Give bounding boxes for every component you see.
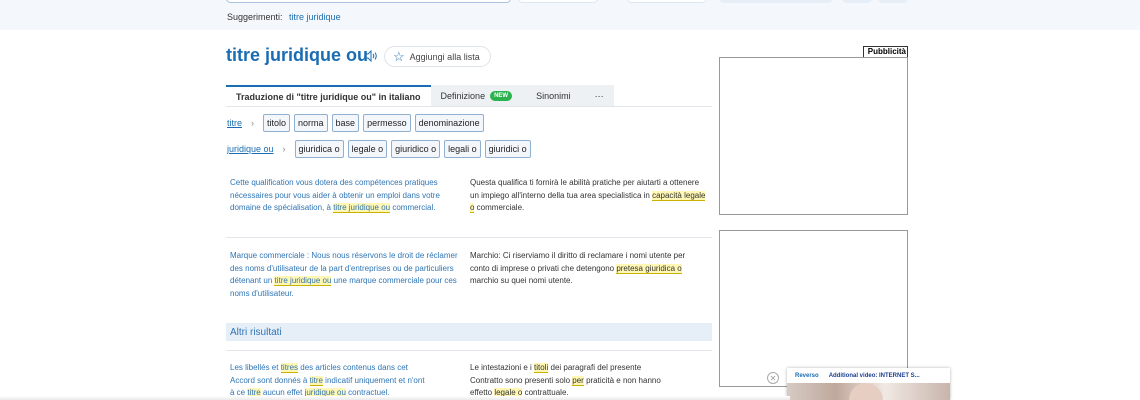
example-source: Cette qualification vous dotera des comp…	[230, 178, 440, 213]
suggestion-link[interactable]: titre juridique	[289, 12, 341, 22]
highlight: titoli	[534, 363, 549, 373]
source-word[interactable]: juridique ou	[227, 144, 274, 154]
bottom-bar	[0, 396, 790, 400]
divider	[226, 350, 712, 351]
highlight: per	[572, 375, 584, 386]
video-header: Reverso Additional video: INTERNET S...	[787, 368, 950, 383]
search-button[interactable]	[719, 0, 833, 3]
translation-chip[interactable]: permesso	[363, 114, 411, 132]
highlight: pretesa giuridica o	[616, 263, 682, 274]
add-to-list-button[interactable]: ☆ Aggiungi alla lista	[384, 46, 491, 67]
chevron-right-icon: ›	[251, 118, 255, 128]
translation-chip[interactable]: denominazione	[414, 114, 484, 132]
highlight: titre	[309, 375, 323, 386]
video-frame	[787, 383, 950, 400]
example-target: Questa qualifica ti fornirà le abilità p…	[470, 178, 706, 213]
translation-chip[interactable]: legali o	[444, 140, 481, 158]
translation-chip[interactable]: giuridica o	[294, 140, 344, 158]
translation-row: titre › titolo norma base permesso denom…	[227, 114, 488, 132]
tab-synonyms[interactable]: Sinonimi	[522, 85, 585, 106]
highlight: titres	[280, 363, 299, 373]
toolbar-button-2[interactable]	[878, 0, 908, 3]
tab-translation[interactable]: Traduzione di "titre juridique ou" in it…	[226, 85, 431, 106]
example-target: Le intestazioni e i titoli dei paragrafi…	[470, 363, 661, 398]
example-source: Les libellés et titres des articles cont…	[230, 363, 425, 398]
tab-definition-label: Definizione	[440, 90, 486, 101]
video-thumbnail	[849, 383, 883, 400]
search-input[interactable]	[226, 0, 511, 3]
translation-row: juridique ou › giuridica o legale o giur…	[227, 140, 535, 158]
tab-divider	[226, 106, 712, 107]
translation-chip[interactable]: norma	[294, 114, 328, 132]
example-source: Marque commerciale : Nous nous réservons…	[230, 251, 458, 298]
close-icon[interactable]: ✕	[767, 372, 779, 384]
chevron-right-icon: ›	[282, 144, 286, 154]
example-target: Marchio: Ci riserviamo il diritto di rec…	[470, 251, 686, 285]
source-word[interactable]: titre	[227, 118, 242, 128]
highlight: titre juridique ou	[333, 203, 391, 213]
reverso-logo: Reverso	[795, 372, 819, 379]
ad-label: Pubblicità	[863, 46, 908, 57]
language-select-target[interactable]	[627, 0, 707, 3]
tab-translation-label: Traduzione di "titre juridique ou" in it…	[236, 91, 421, 102]
translation-chip[interactable]: giuridici o	[484, 140, 531, 158]
ad-box-2[interactable]	[719, 230, 908, 387]
video-player[interactable]: Reverso Additional video: INTERNET S...	[787, 368, 950, 400]
translation-chip[interactable]: giuridico o	[391, 140, 441, 158]
video-title: Additional video: INTERNET S...	[828, 372, 920, 379]
more-results-heading: Altri risultati	[226, 323, 712, 341]
suggestions: Suggerimenti: titre juridique	[227, 12, 341, 22]
speaker-icon[interactable]	[364, 50, 378, 62]
star-icon: ☆	[393, 48, 405, 64]
tab-synonyms-label: Sinonimi	[536, 90, 571, 101]
tab-definition[interactable]: Definizione NEW	[430, 85, 523, 106]
tab-more[interactable]: ···	[584, 85, 614, 106]
highlight: titre juridique ou	[274, 276, 332, 286]
search-header	[0, 0, 1140, 30]
tabs: Traduzione di "titre juridique ou" in it…	[226, 85, 614, 107]
translation-chip[interactable]: base	[331, 114, 360, 132]
translation-chip[interactable]: legale o	[347, 140, 388, 158]
translation-chip[interactable]: titolo	[263, 114, 291, 132]
more-icon: ···	[594, 90, 604, 101]
divider	[226, 237, 712, 238]
add-to-list-label: Aggiungi alla lista	[409, 51, 480, 62]
language-select[interactable]	[518, 0, 598, 3]
page-title: titre juridique ou	[226, 45, 368, 65]
suggestions-label: Suggerimenti:	[227, 12, 283, 22]
new-badge: NEW	[490, 90, 513, 101]
ad-box[interactable]	[719, 57, 908, 215]
toolbar-button[interactable]	[842, 0, 872, 3]
